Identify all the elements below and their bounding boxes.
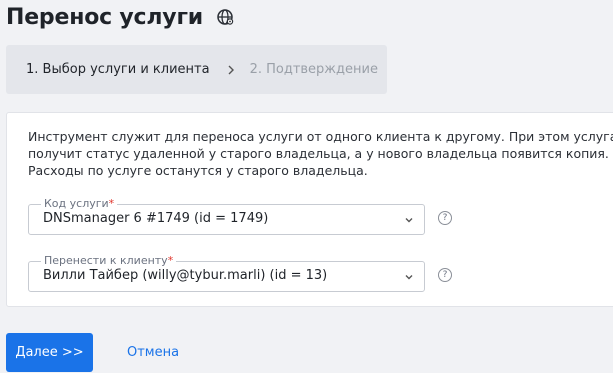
transfer-form: Инструмент служит для переноса услуги от… <box>6 112 613 307</box>
step-select-service: 1. Выбор услуги и клиента <box>26 62 210 77</box>
next-button[interactable]: Далее >> <box>6 333 93 372</box>
cancel-button[interactable]: Отмена <box>127 333 179 372</box>
service-code-label: Код услуги* <box>41 197 118 211</box>
service-code-select[interactable]: Код услуги* DNSmanager 6 #1749 (id = 174… <box>28 197 425 235</box>
required-mark: * <box>167 254 174 267</box>
help-icon[interactable]: ? <box>438 268 452 282</box>
target-client-value: Вилли Тайбер (willy@tybur.marli) (id = 1… <box>43 268 328 283</box>
target-client-label: Перенести к клиенту* <box>41 254 177 268</box>
page-header: Перенос услуги <box>6 2 235 32</box>
wizard-steps: 1. Выбор услуги и клиента 2. Подтвержден… <box>6 45 387 94</box>
help-icon[interactable]: ? <box>438 211 452 225</box>
target-client-select[interactable]: Перенести к клиенту* Вилли Тайбер (willy… <box>28 254 425 292</box>
step-confirmation: 2. Подтверждение <box>249 62 378 77</box>
required-mark: * <box>108 197 115 210</box>
chevron-down-icon <box>404 272 414 282</box>
globe-icon[interactable] <box>215 7 235 27</box>
info-text: Инструмент служит для переноса услуги от… <box>28 129 613 178</box>
service-code-value: DNSmanager 6 #1749 (id = 1749) <box>43 211 269 226</box>
chevron-down-icon <box>404 215 414 225</box>
page-title: Перенос услуги <box>6 4 203 30</box>
chevron-right-icon <box>226 64 236 76</box>
